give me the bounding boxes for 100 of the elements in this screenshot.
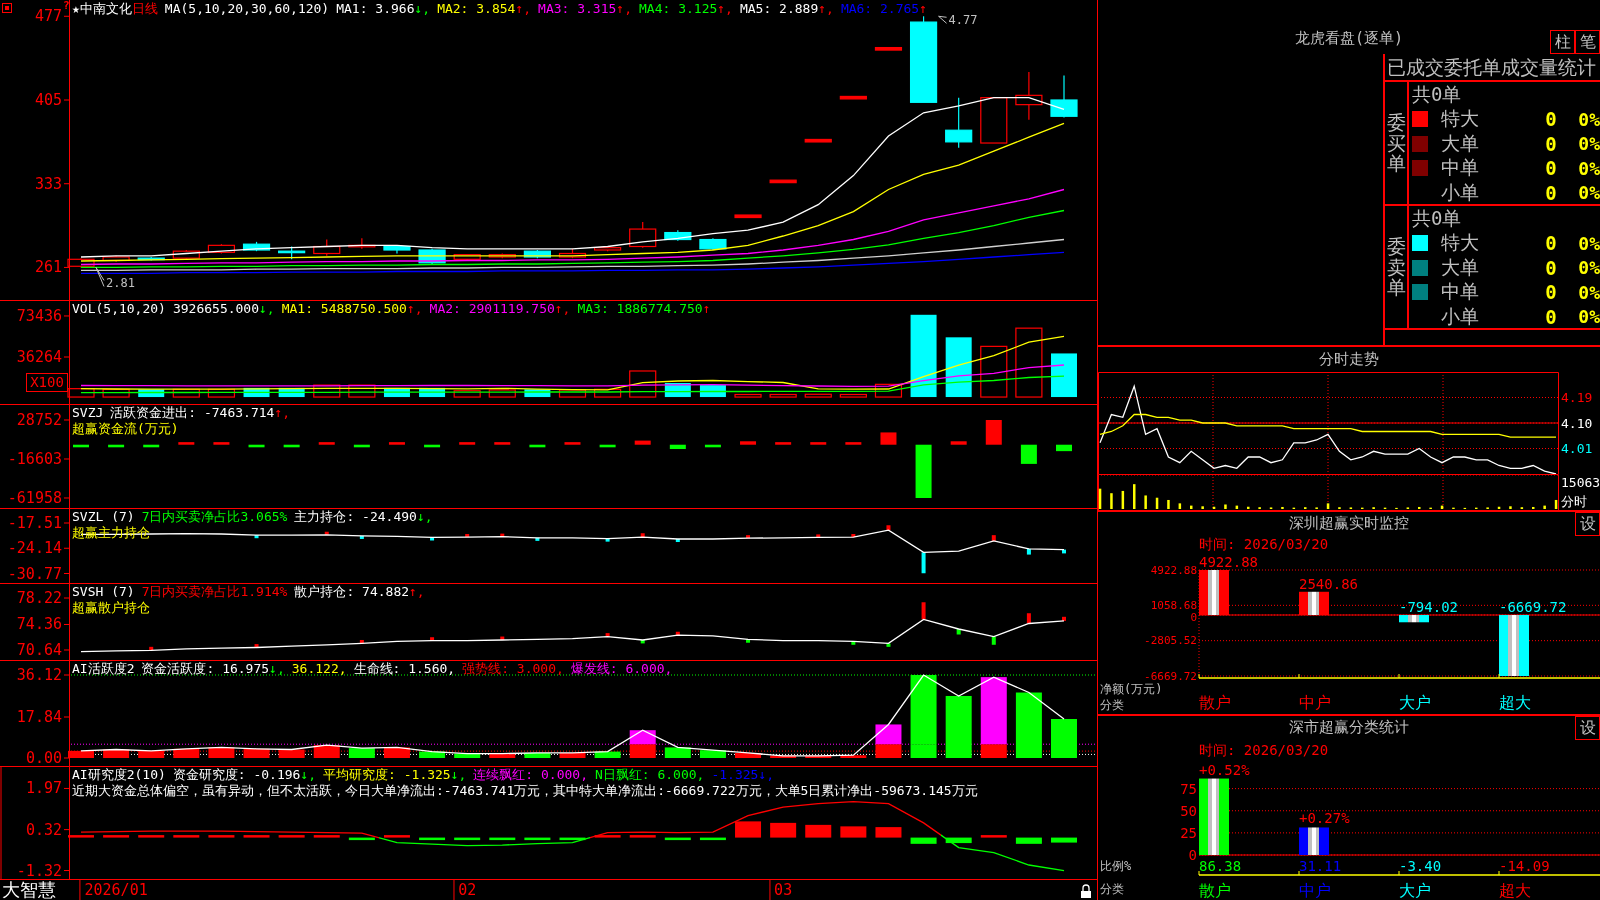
y-axis-label: 4.19: [1561, 390, 1593, 405]
chart-subtitle: 时间: 2026/03/20: [1199, 742, 1329, 758]
value-label: 2540.86: [1299, 575, 1358, 592]
order-percent: 0%: [1577, 306, 1600, 327]
trend-arrow: ↓,: [300, 767, 317, 783]
annotation: 2.81: [106, 276, 135, 291]
order-percent: 0%: [1577, 257, 1600, 278]
y-axis-label: 4922.88: [1150, 563, 1197, 577]
annotation: 4.77: [948, 13, 978, 28]
panel-title: 龙虎看盘(逐单): [1294, 29, 1404, 49]
order-count: 0: [1544, 181, 1558, 204]
y-axis-label: 28752: [16, 411, 62, 429]
group-label: 委买单: [1386, 111, 1406, 175]
legend-text: MA5: 2.889: [739, 1, 819, 17]
trend-arrow: ↑,: [274, 405, 291, 421]
value-label: -3.40: [1399, 858, 1442, 874]
chart-period: 日线: [131, 1, 158, 17]
x-axis-label: 02: [458, 881, 477, 899]
legend-text: 近期大资金总体偏空，虽有异动，但不太活跃，今日大单净流出:-7463.741万元，其中特大单净流出:-6669.722万元，大单5日累计净出-59673.145万元: [72, 783, 978, 799]
legend-text: 平均研究度: -1.325: [323, 767, 451, 783]
price-annotation: 2.81: [95, 266, 135, 291]
legend-text: 活跃资金进出: -7463.714: [110, 405, 275, 421]
y-axis-label: 261: [34, 258, 62, 277]
order-count: 0: [1544, 281, 1558, 303]
y-axis-label: 0: [1190, 610, 1197, 624]
category-label: 中户: [1299, 880, 1331, 900]
price-annotation: 4.77: [938, 13, 978, 28]
x-axis-label: 03: [774, 881, 793, 899]
y-axis-label: -61958: [7, 489, 62, 507]
y-axis-label: 15063: [1561, 474, 1600, 490]
category-label: 大户: [1399, 692, 1431, 712]
change-label: +0.27%: [1299, 810, 1350, 827]
y-axis-label: -16603: [7, 450, 62, 468]
legend-text: MA3: 1886774.750: [577, 301, 703, 317]
legend-text: -1.325↓,: [711, 767, 775, 783]
axis-title: 净额(万元): [1100, 682, 1163, 696]
table-title: 已成交委托单成交量统计: [1385, 54, 1600, 82]
trend-arrow: ↓,: [416, 509, 433, 525]
y-axis-label: -6669.72: [1144, 669, 1197, 683]
help-mark: ?: [63, 0, 70, 12]
axis-title: 比例%: [1100, 859, 1132, 873]
trend-arrow: ↑,: [616, 1, 632, 17]
order-size-label: 大单: [1440, 254, 1480, 280]
y-axis-label: -1.32: [16, 861, 62, 880]
legend-text: VOL(5,10,20): [72, 301, 166, 317]
legend-text: 7日内买卖净占比1.914%: [141, 584, 288, 600]
y-axis-label: 73436: [16, 306, 62, 325]
change-label: +0.52%: [1199, 761, 1250, 778]
legend-text: SVSH (7): [72, 584, 135, 600]
order-count: 0: [1544, 256, 1558, 279]
value-label: -6669.72: [1499, 599, 1567, 615]
legend-text: MA6: 2.765: [840, 1, 920, 17]
order-count: 0: [1544, 157, 1558, 179]
legend-text: 3926655.000: [172, 301, 259, 317]
axis-title: 分类: [1100, 698, 1124, 712]
y-axis-label: 4.10: [1561, 415, 1593, 431]
trend-arrow: ↑,: [554, 301, 571, 317]
order-percent: 0%: [1577, 108, 1600, 130]
y-axis-label: 333: [34, 174, 62, 193]
y-axis-label: 74.36: [16, 615, 62, 634]
order-percent: 0%: [1577, 157, 1600, 179]
trend-arrow: ↑,: [818, 1, 834, 17]
category-label: 超大: [1499, 880, 1531, 900]
stock-name: ★中南文化: [72, 1, 132, 17]
order-percent: 0%: [1577, 133, 1600, 154]
y-axis-label: 1.97: [25, 779, 62, 798]
group-total: 共0单: [1412, 82, 1463, 106]
legend-text: 36.122,: [291, 661, 347, 677]
trend-arrow: ↓,: [450, 767, 467, 783]
order-size-label: 小单: [1440, 179, 1480, 205]
value-label: 86.38: [1199, 858, 1242, 874]
trend-arrow: ↑,: [406, 301, 423, 317]
order-size-label: 大单: [1440, 130, 1480, 156]
order-size-label: 特大: [1440, 230, 1480, 255]
category-label: 中户: [1299, 692, 1331, 712]
trend-arrow: ↓,: [414, 1, 431, 17]
legend-text: MA4: 3.125: [639, 1, 718, 17]
group-label: 委卖单: [1386, 235, 1406, 299]
unit-label: X100: [26, 373, 68, 392]
legend-text: 生命线: 1.560,: [353, 661, 456, 677]
legend-text: 资金研究度: -0.196: [172, 767, 301, 783]
trend-arrow: ↑,: [515, 1, 532, 17]
order-size-label: 小单: [1440, 303, 1480, 329]
value-label: -794.02: [1399, 599, 1458, 615]
trend-arrow: ↑: [919, 1, 927, 17]
legend-text: 超赢资金流(万元): [72, 421, 179, 437]
y-axis-label: 0.32: [25, 820, 62, 839]
order-count: 0: [1544, 305, 1558, 328]
trend-arrow: ↓,: [259, 301, 275, 317]
category-label: 散户: [1199, 692, 1231, 712]
y-axis-label: 50: [1180, 802, 1197, 819]
y-axis-label: -17.51: [7, 514, 62, 532]
category-label: 超大: [1499, 692, 1531, 712]
trend-arrow: ↓,: [269, 661, 285, 677]
value-label: 4922.88: [1199, 554, 1258, 570]
trend-arrow: ↑,: [409, 584, 425, 600]
y-axis-label: 78.22: [16, 589, 62, 607]
y-axis-label: 36.12: [16, 666, 62, 684]
order-count: 0: [1544, 108, 1558, 130]
legend-text: 7日内买卖净占比3.065%: [141, 509, 288, 525]
